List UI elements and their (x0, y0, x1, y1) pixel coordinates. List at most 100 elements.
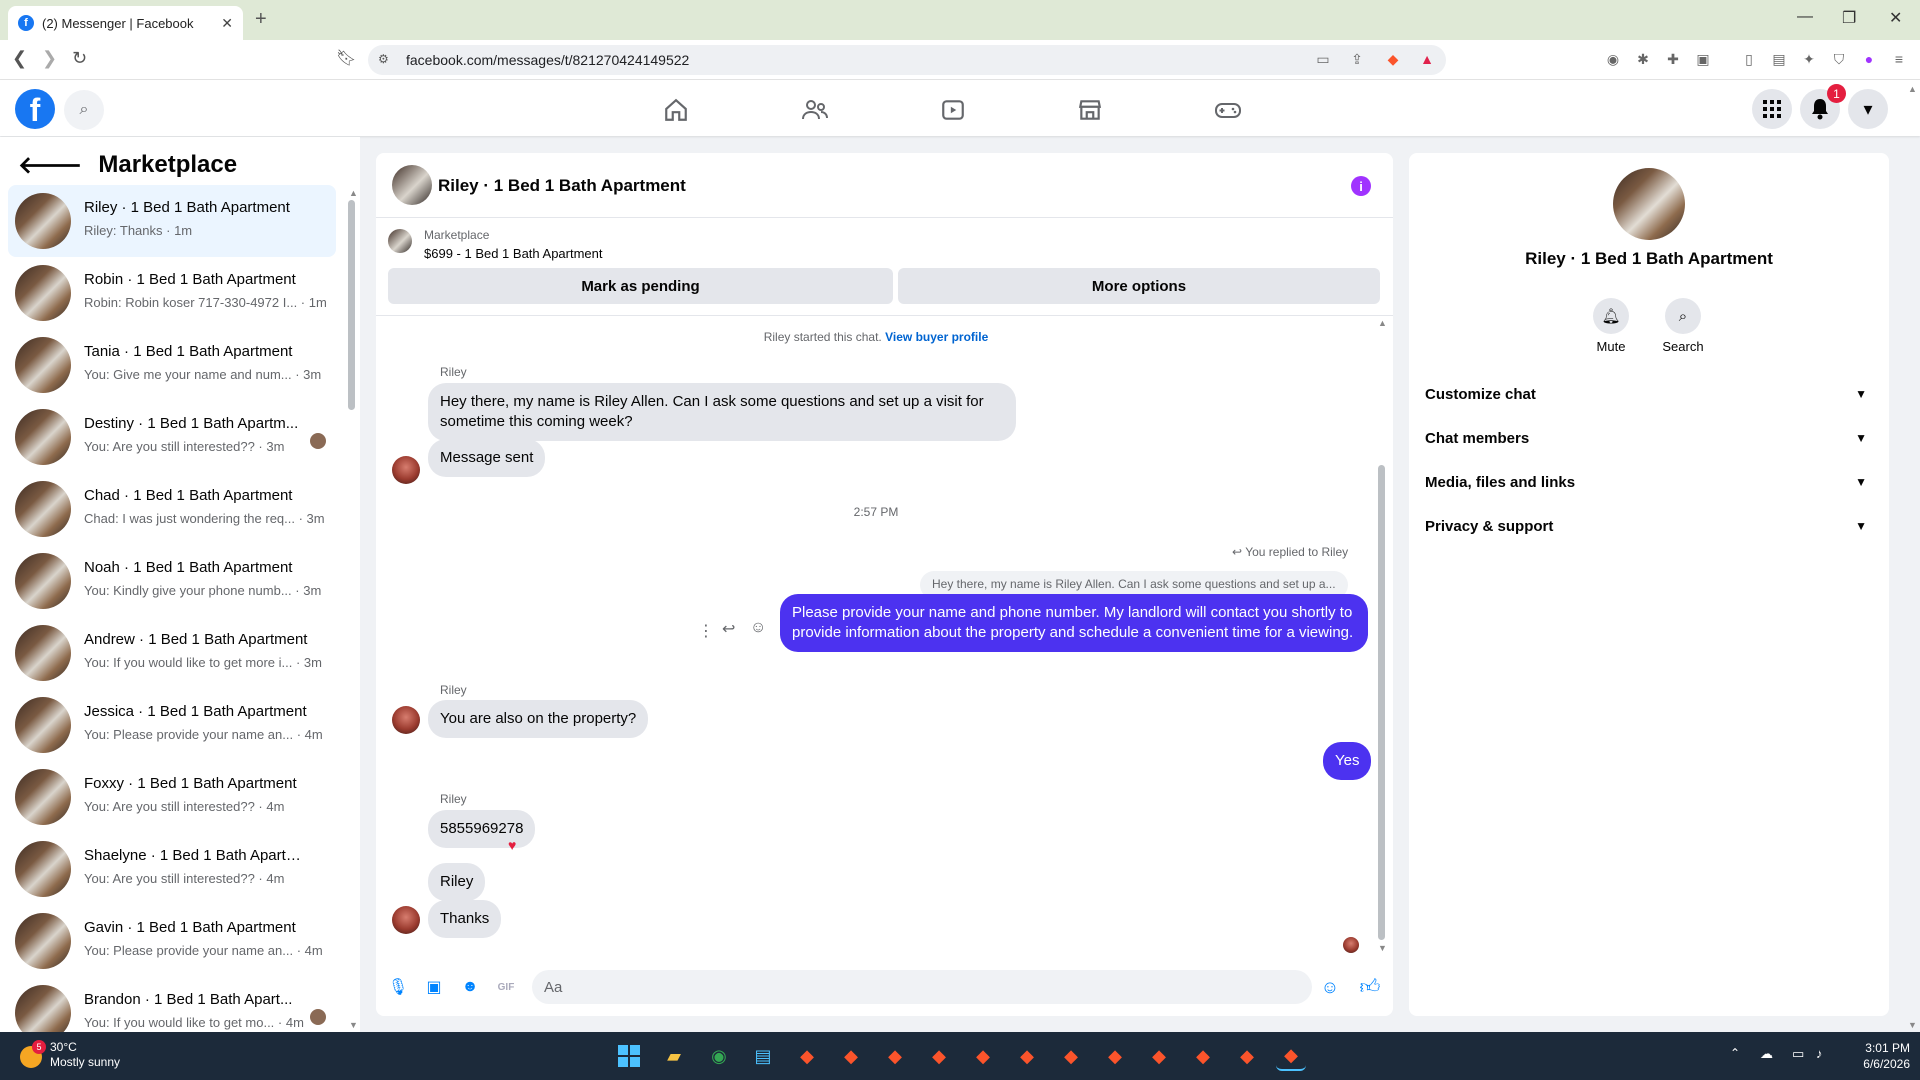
brave-browser-active-icon[interactable]: ◆ (1276, 1041, 1306, 1071)
brave-browser-icon[interactable]: ◆ (1012, 1041, 1042, 1071)
scroll-up-icon[interactable]: ▲ (1908, 84, 1917, 94)
mute-bell-icon[interactable]: 🔔︎ (1593, 298, 1629, 334)
react-emoji-icon[interactable]: ☺ (750, 619, 766, 637)
thumbs-up-icon[interactable]: 👍︎ (1359, 976, 1381, 998)
extension-icon[interactable]: ▣ (1694, 50, 1712, 68)
sender-avatar[interactable] (392, 456, 420, 484)
reply-icon[interactable]: ↩ (722, 619, 735, 639)
conversation-item[interactable]: Chad · 1 Bed 1 Bath Apartment Chad: I was… (8, 473, 336, 545)
tray-chevron-icon[interactable]: ⌃ (1730, 1046, 1740, 1060)
conversation-item[interactable]: Destiny · 1 Bed 1 Bath Apartm... You: Are… (8, 401, 336, 473)
volume-icon[interactable]: ♪ (1816, 1046, 1823, 1061)
home-icon[interactable] (656, 92, 696, 128)
conversation-item[interactable]: Shaelyne · 1 Bed 1 Bath Apartment You: Ar… (8, 833, 336, 905)
close-window-icon[interactable]: ✕ (1889, 8, 1902, 28)
conversation-item[interactable]: Tania · 1 Bed 1 Bath Apartment You: Give … (8, 329, 336, 401)
chat-scrollbar[interactable] (1378, 465, 1385, 940)
conversation-item[interactable]: Gavin · 1 Bed 1 Bath Apartment You: Pleas… (8, 905, 336, 977)
sender-avatar[interactable] (392, 906, 420, 934)
back-icon[interactable]: ❮ (12, 48, 27, 69)
gif-icon[interactable]: GIF (495, 976, 517, 998)
brave-browser-icon[interactable]: ◆ (1100, 1041, 1130, 1071)
sticker-icon[interactable]: ☻ (459, 976, 481, 998)
reload-icon[interactable]: ↻ (72, 48, 87, 69)
wallet-icon[interactable]: ▤ (1770, 50, 1788, 68)
vpn-icon[interactable]: ⛉ (1830, 50, 1848, 68)
video-icon[interactable] (933, 92, 973, 128)
weather-widget[interactable]: 30°C Mostly sunny (50, 1040, 120, 1070)
outgoing-message[interactable]: Yes (1323, 742, 1372, 780)
chat-title[interactable]: Riley · 1 Bed 1 Bath Apartment (438, 176, 686, 196)
start-windows-icon[interactable] (614, 1041, 644, 1071)
search-icon[interactable]: ⌕ (1665, 298, 1701, 334)
incoming-message[interactable]: Riley (428, 863, 486, 901)
minimize-icon[interactable]: — (1797, 8, 1813, 26)
chrome-icon[interactable]: ◉ (704, 1041, 734, 1071)
sender-avatar[interactable] (392, 706, 420, 734)
emoji-icon[interactable]: ☺ (1319, 976, 1341, 998)
back-arrow-icon[interactable]: 🡐 (18, 150, 82, 180)
chat-avatar[interactable] (392, 165, 432, 205)
bookmark-icon[interactable]: 🔖︎ (336, 48, 356, 68)
outgoing-message[interactable]: Please provide your name and phone numbe… (780, 594, 1368, 652)
incoming-message[interactable]: Message sent (428, 439, 546, 477)
notepad-icon[interactable]: ▤ (748, 1041, 778, 1071)
listing-title[interactable]: $699 - 1 Bed 1 Bath Apartment (424, 246, 603, 261)
view-buyer-profile-link[interactable]: View buyer profile (885, 330, 988, 344)
maximize-icon[interactable]: ❐ (1842, 8, 1856, 28)
message-input[interactable]: Aa (532, 970, 1312, 1004)
conversation-item[interactable]: Noah · 1 Bed 1 Bath Apartment You: Kindly… (8, 545, 336, 617)
incoming-message[interactable]: Hey there, my name is Riley Allen. Can I… (428, 383, 1016, 441)
brave-rewards-icon[interactable]: ▲ (1418, 50, 1436, 68)
new-tab-icon[interactable]: + (255, 8, 267, 31)
brave-browser-icon[interactable]: ◆ (924, 1041, 954, 1071)
brave-browser-icon[interactable]: ◆ (968, 1041, 998, 1071)
info-icon[interactable]: i (1351, 176, 1371, 196)
menu-grid-icon[interactable] (1752, 89, 1792, 129)
forward-icon[interactable]: ❯ (42, 48, 57, 69)
customize-chat-section[interactable]: Customize chat ▼ (1425, 372, 1875, 416)
more-actions-icon[interactable]: ⋮ (698, 621, 714, 641)
conversation-item[interactable]: Riley · 1 Bed 1 Bath Apartment Riley: Tha… (8, 185, 336, 257)
facebook-logo-icon[interactable]: f (15, 89, 55, 129)
cast-icon[interactable]: ▭ (1314, 50, 1332, 68)
brave-browser-icon[interactable]: ◆ (1144, 1041, 1174, 1071)
incoming-message[interactable]: 5855969278 (428, 810, 536, 848)
brave-shields-icon[interactable]: ◆ (1384, 50, 1402, 68)
taskbar-clock[interactable]: 3:01 PM 6/6/2026 (1840, 1040, 1910, 1072)
share-icon[interactable]: ⇪ (1348, 50, 1366, 68)
brave-browser-icon[interactable]: ◆ (792, 1041, 822, 1071)
incoming-message[interactable]: You are also on the property? (428, 700, 649, 738)
brave-browser-icon[interactable]: ◆ (1188, 1041, 1218, 1071)
address-bar[interactable]: facebook.com/messages/t/821270424149522 (368, 45, 1446, 75)
leo-icon[interactable]: ✦ (1800, 50, 1818, 68)
extension-icon[interactable]: ✱ (1634, 50, 1652, 68)
profile-icon[interactable]: ● (1860, 50, 1878, 68)
conversation-item[interactable]: Andrew · 1 Bed 1 Bath Apartment You: If y… (8, 617, 336, 689)
heart-reaction-icon[interactable]: ♥ (508, 837, 516, 853)
brave-browser-icon[interactable]: ◆ (880, 1041, 910, 1071)
scroll-down-icon[interactable]: ▼ (1908, 1020, 1917, 1030)
scroll-down-icon[interactable]: ▼ (1378, 943, 1387, 953)
search-icon[interactable]: ⌕ (64, 90, 104, 130)
puzzle-icon[interactable]: ✚ (1664, 50, 1682, 68)
microphone-icon[interactable]: 🎙︎ (387, 976, 409, 998)
close-tab-icon[interactable]: ✕ (221, 15, 233, 32)
scroll-up-icon[interactable]: ▲ (1378, 318, 1387, 328)
scroll-down-icon[interactable]: ▼ (349, 1020, 358, 1030)
mark-as-pending-button[interactable]: Mark as pending (388, 268, 893, 304)
contact-avatar[interactable] (1613, 168, 1685, 240)
site-info-icon[interactable]: ⚙ (378, 52, 389, 66)
photo-icon[interactable]: ▣ (423, 976, 445, 998)
extension-icon[interactable]: ◉ (1604, 50, 1622, 68)
browser-tab[interactable]: f (2) Messenger | Facebook ✕ (8, 6, 243, 40)
marketplace-icon[interactable] (1070, 92, 1110, 128)
listing-thumbnail[interactable] (388, 229, 412, 253)
brave-browser-icon[interactable]: ◆ (1056, 1041, 1086, 1071)
account-chevron-icon[interactable]: ▾ (1848, 89, 1888, 129)
gaming-icon[interactable] (1208, 92, 1248, 128)
sidebar-scrollbar[interactable] (348, 200, 355, 410)
conversation-item[interactable]: Jessica · 1 Bed 1 Bath Apartment You: Ple… (8, 689, 336, 761)
file-explorer-icon[interactable]: ▰ (659, 1041, 689, 1071)
brave-browser-icon[interactable]: ◆ (836, 1041, 866, 1071)
